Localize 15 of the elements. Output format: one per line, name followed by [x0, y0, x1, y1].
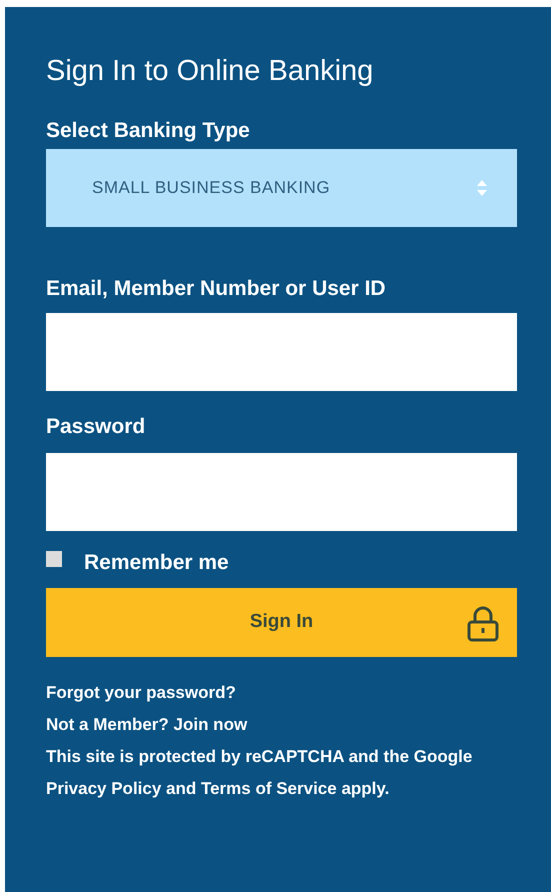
banking-type-select[interactable]: SMALL BUSINESS BANKING: [46, 149, 517, 227]
username-field[interactable]: [46, 313, 517, 391]
recaptcha-notice: This site is protected by reCAPTCHA and the Google Privacy Policy and Terms of Service apply.: [46, 746, 474, 800]
password-field[interactable]: [46, 453, 517, 531]
padlock-icon: [467, 606, 499, 642]
sort-arrows-icon: [477, 180, 487, 196]
field-label: Password: [46, 414, 146, 440]
checkbox-label: Remember me: [84, 550, 229, 576]
field-label: Email, Member Number or User ID: [46, 276, 387, 302]
sign-in-button[interactable]: Sign In: [46, 588, 517, 657]
text-link[interactable]: Forgot your password?: [46, 677, 236, 709]
panel-title: Sign In to Online Banking: [46, 54, 374, 89]
field-label: Select Banking Type: [46, 118, 251, 144]
remember-checkbox[interactable]: [46, 551, 62, 567]
text-link[interactable]: Not a Member? Join now: [46, 709, 248, 741]
